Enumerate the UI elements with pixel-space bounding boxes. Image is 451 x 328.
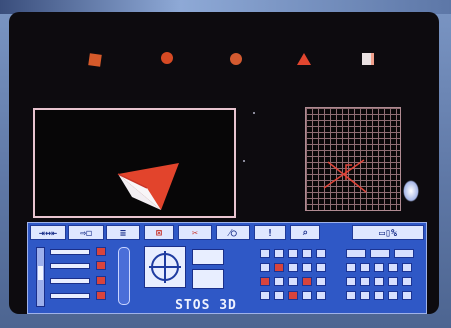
icon-grid-cell[interactable] [316, 249, 326, 258]
icon-grid-cell[interactable] [346, 277, 356, 286]
program-title: STOS 3D [175, 298, 237, 313]
polyhedron-object[interactable] [35, 110, 238, 220]
icon-grid-cell[interactable] [260, 291, 270, 300]
icon-grid-cell[interactable] [402, 277, 412, 286]
slider-handle[interactable] [38, 266, 43, 280]
arrows-horizontal-icon[interactable] [192, 249, 224, 265]
icon-grid-cell[interactable] [288, 249, 298, 258]
icon-grid-cell[interactable] [302, 263, 312, 272]
icon-grid-cell[interactable] [346, 291, 356, 300]
zoom-icon: ⌕ [301, 228, 309, 239]
center-marker [243, 160, 245, 162]
icon-grid-cell[interactable] [388, 291, 398, 300]
mode-toggle[interactable] [96, 247, 106, 256]
viewport-3d[interactable] [33, 108, 236, 218]
tool-cut-button[interactable]: ✂ [178, 225, 212, 240]
icon-grid-cell[interactable] [374, 263, 384, 272]
file-icon: ▭▯% [378, 228, 398, 239]
screen: ⇥↔⇤ ⇨◻ ≡ ⊠ ✂ ⁄○ ! ⌕ ▭▯% STOS 3D [9, 12, 439, 314]
icon-grid-cell[interactable] [274, 263, 284, 272]
tool-list-button[interactable]: ≡ [106, 225, 140, 240]
tool-delete-button[interactable]: ⊠ [144, 225, 174, 240]
scale-icon: ⇥↔⇤ [38, 228, 58, 239]
mode-bar[interactable] [50, 278, 90, 284]
rotation-knob[interactable] [118, 247, 130, 305]
icon-grid-cell[interactable] [402, 263, 412, 272]
palette-sphere-icon[interactable] [161, 52, 173, 64]
tool-scale-button[interactable]: ⇥↔⇤ [30, 225, 66, 240]
control-panel: ⇥↔⇤ ⇨◻ ≡ ⊠ ✂ ⁄○ ! ⌕ ▭▯% STOS 3D [27, 222, 427, 314]
draw-icon: ⁄○ [229, 228, 237, 239]
icon-grid-cell[interactable] [288, 277, 298, 286]
mode-toggle[interactable] [96, 291, 106, 300]
mode-bar[interactable] [50, 263, 90, 269]
palette-cube-icon[interactable] [362, 53, 374, 65]
icon-grid-cell[interactable] [346, 263, 356, 272]
icon-grid-cell[interactable] [274, 277, 284, 286]
alert-icon: ! [266, 228, 274, 239]
palette-cone-icon[interactable] [297, 53, 311, 65]
icon-grid-cell[interactable] [360, 277, 370, 286]
mode-toggle[interactable] [96, 261, 106, 270]
icon-grid-cell[interactable] [302, 249, 312, 258]
vertical-slider[interactable] [36, 247, 45, 307]
icon-grid-cell[interactable] [274, 291, 284, 300]
cut-icon: ✂ [191, 228, 199, 239]
mode-toggle[interactable] [96, 276, 106, 285]
tool-move-button[interactable]: ⇨◻ [68, 225, 104, 240]
palette-cube-icon[interactable] [88, 53, 102, 67]
icon-grid-cell[interactable] [360, 263, 370, 272]
list-icon: ≡ [119, 228, 127, 239]
screen-glare [403, 180, 419, 202]
icon-grid-cell[interactable] [402, 291, 412, 300]
icon-grid-cell[interactable] [394, 249, 414, 258]
tool-alert-button[interactable]: ! [254, 225, 286, 240]
icon-grid-cell[interactable] [374, 277, 384, 286]
icon-grid-cell[interactable] [316, 291, 326, 300]
icon-grid-cell[interactable] [316, 277, 326, 286]
icon-grid-cell[interactable] [370, 249, 390, 258]
icon-grid-cell[interactable] [260, 249, 270, 258]
move-icon: ⇨◻ [79, 228, 93, 239]
icon-grid-cell[interactable] [360, 291, 370, 300]
icon-grid-cell[interactable] [302, 291, 312, 300]
icon-grid-cell[interactable] [288, 263, 298, 272]
icon-grid-cell[interactable] [388, 263, 398, 272]
icon-grid-cell[interactable] [260, 263, 270, 272]
center-marker [253, 112, 255, 114]
arrows-vertical-icon[interactable] [192, 269, 224, 289]
top-view-grid[interactable] [305, 107, 401, 211]
mode-bar[interactable] [50, 293, 90, 299]
icon-grid-cell[interactable] [302, 277, 312, 286]
rotation-gizmo[interactable] [144, 246, 186, 288]
icon-grid-cell[interactable] [288, 291, 298, 300]
tool-zoom-button[interactable]: ⌕ [290, 225, 320, 240]
icon-grid-cell[interactable] [346, 249, 366, 258]
icon-grid-cell[interactable] [374, 291, 384, 300]
tool-draw-button[interactable]: ⁄○ [216, 225, 250, 240]
icon-grid-cell[interactable] [388, 277, 398, 286]
icon-grid-cell[interactable] [316, 263, 326, 272]
delete-icon: ⊠ [155, 228, 163, 239]
icon-grid-cell[interactable] [274, 249, 284, 258]
tool-file-button[interactable]: ▭▯% [352, 225, 424, 240]
mode-bar[interactable] [50, 249, 90, 255]
palette-sphere-icon[interactable] [230, 53, 242, 65]
icon-grid-cell[interactable] [260, 277, 270, 286]
